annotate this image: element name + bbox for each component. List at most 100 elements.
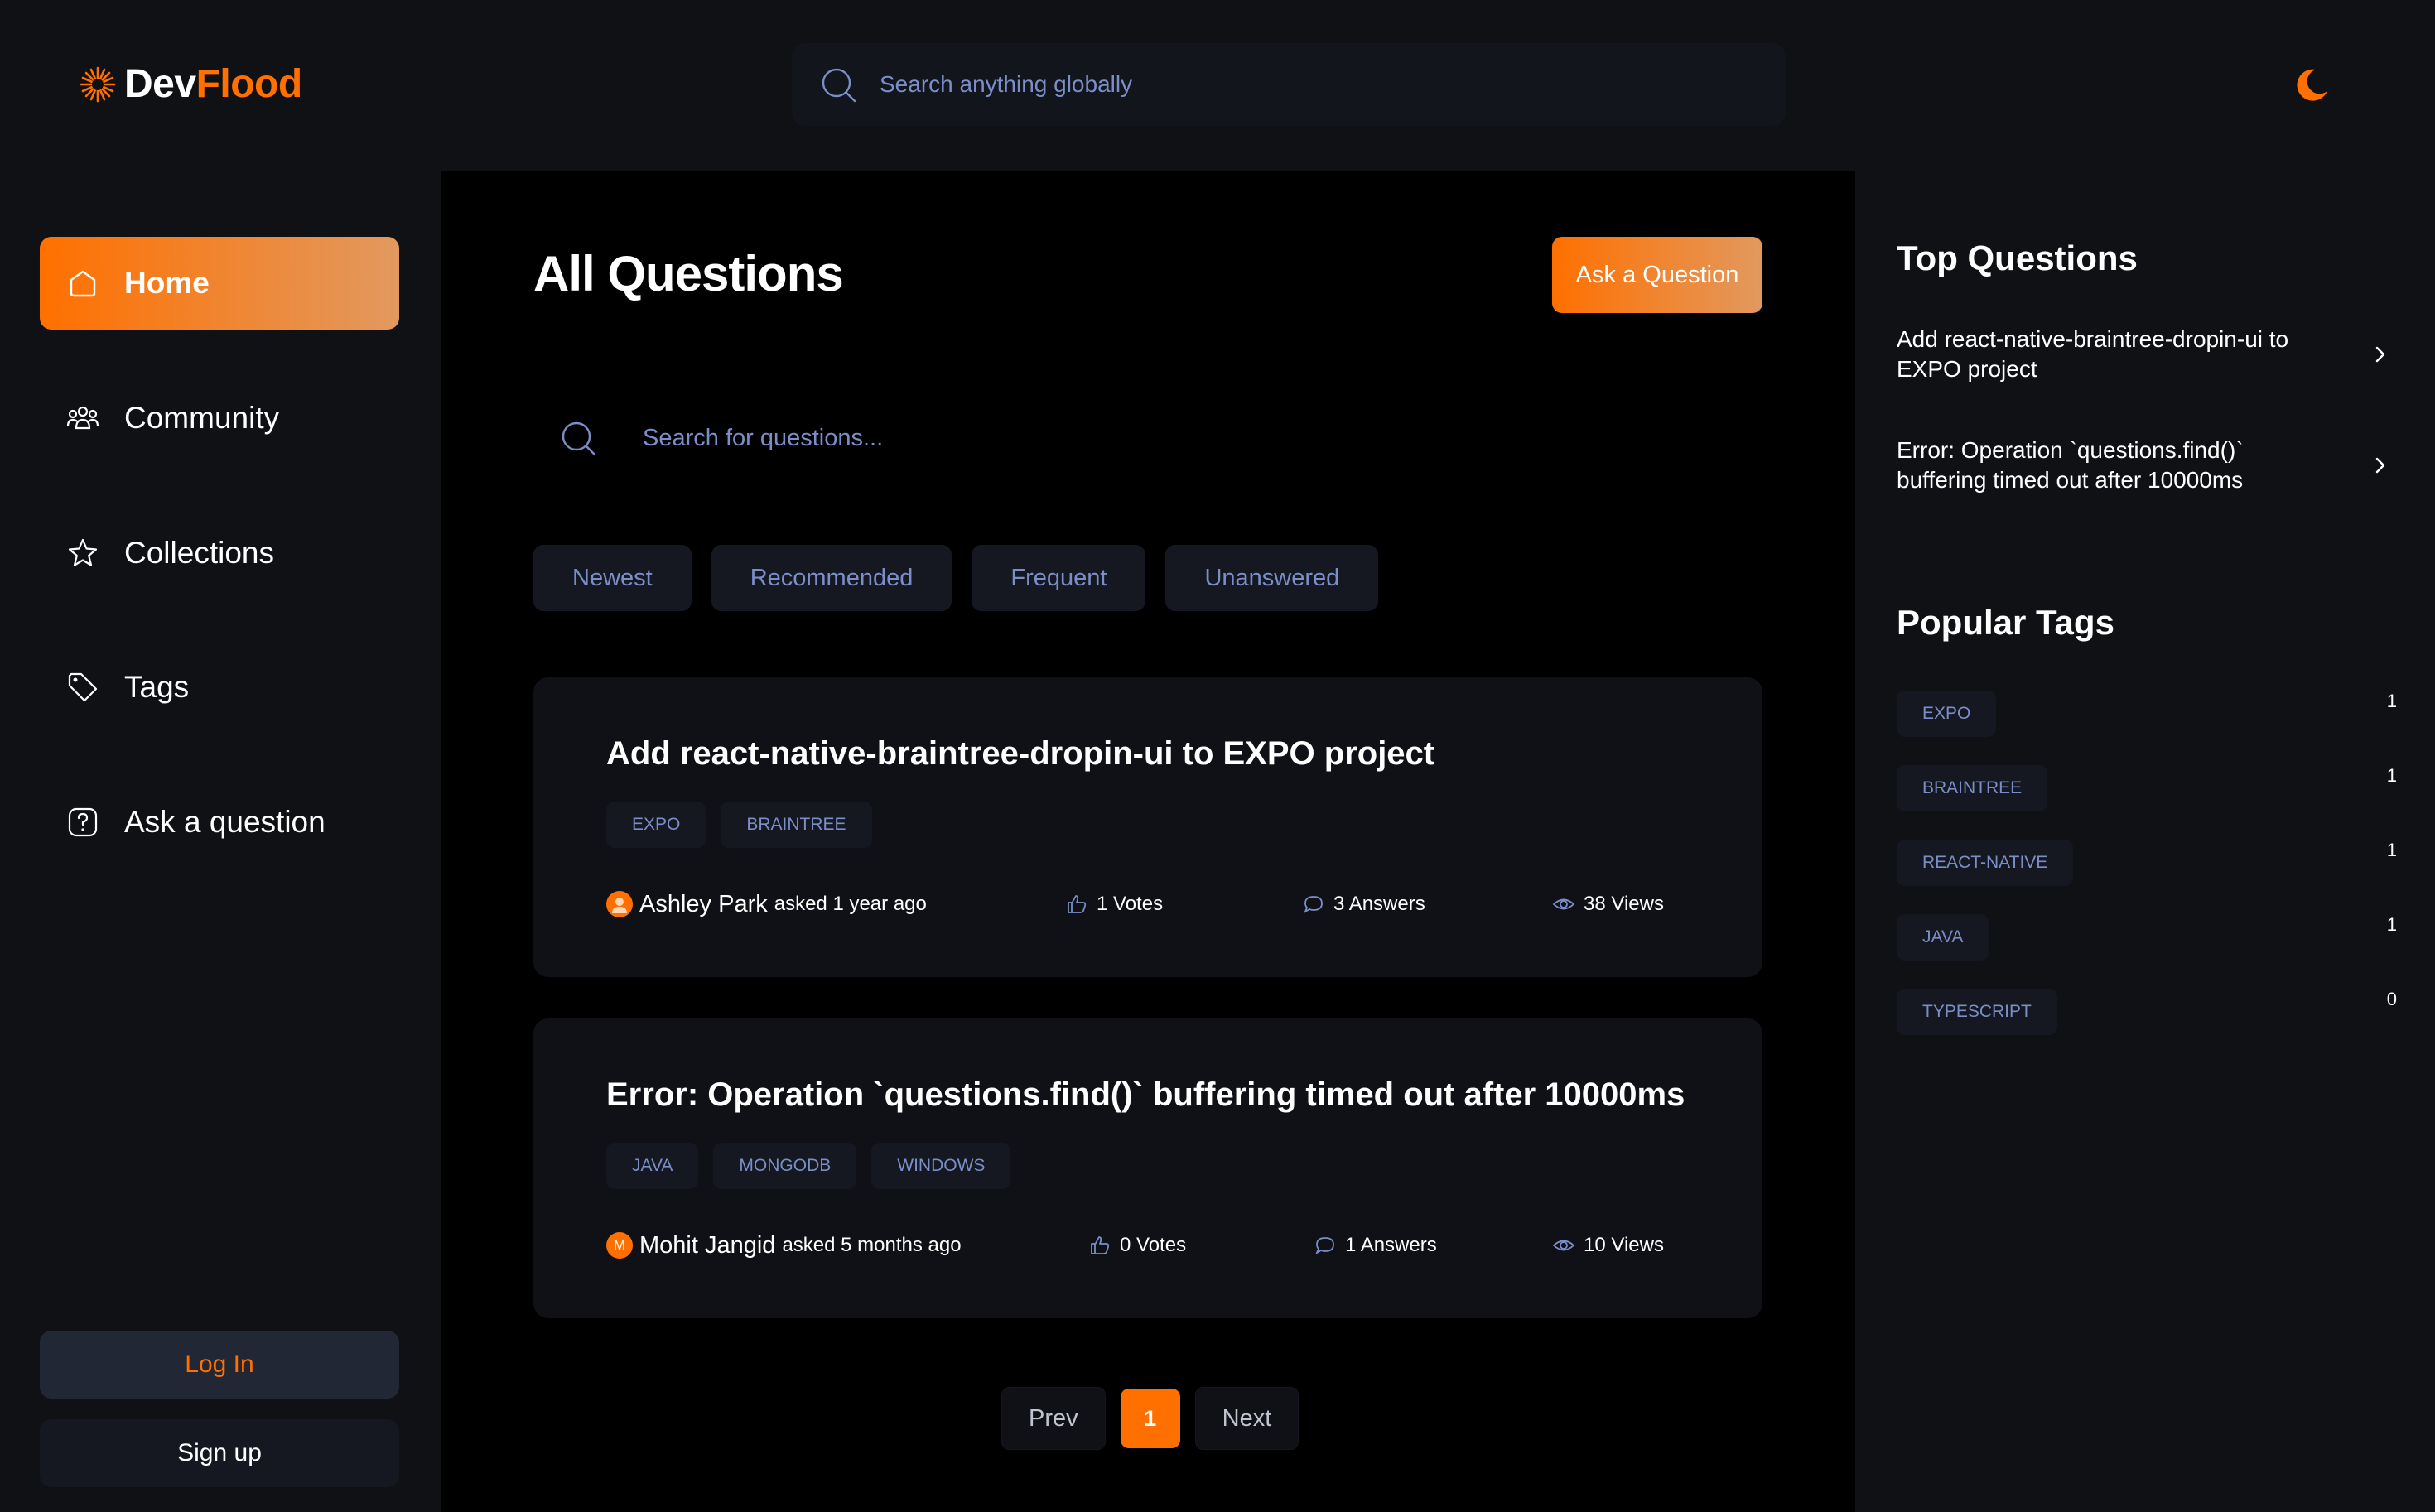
asked-time: asked 5 months ago bbox=[782, 1234, 962, 1256]
tag-icon bbox=[68, 672, 98, 702]
question-author: Ashley Park asked 1 year ago bbox=[606, 889, 927, 919]
asked-time: asked 1 year ago bbox=[774, 893, 927, 915]
ask-question-button[interactable]: Ask a Question bbox=[1552, 237, 1762, 313]
current-page-indicator[interactable]: 1 bbox=[1120, 1389, 1180, 1448]
tag-count: 1 bbox=[2386, 914, 2397, 935]
sidebar-item-label: Tags bbox=[124, 670, 190, 704]
thumbs-up-icon bbox=[1091, 1236, 1110, 1254]
sunburst-logo-icon bbox=[80, 66, 116, 102]
global-search-bar[interactable] bbox=[792, 43, 1786, 126]
answers-count: 3 Answers bbox=[1333, 893, 1425, 915]
page-title: All Questions bbox=[533, 246, 844, 301]
top-question-text: Add react-native-braintree-dropin-ui to … bbox=[1897, 326, 2289, 382]
logo[interactable]: DevFlood bbox=[78, 61, 302, 107]
sidebar-item-label: Collections bbox=[124, 536, 274, 570]
question-title[interactable]: Add react-native-braintree-dropin-ui to … bbox=[606, 735, 1434, 773]
author-name[interactable]: Mohit Jangid bbox=[639, 1232, 775, 1259]
tag-chip[interactable]: WINDOWS bbox=[871, 1143, 1011, 1189]
popular-tags-heading: Popular Tags bbox=[1897, 603, 2114, 642]
votes-metric: 0 Votes bbox=[1088, 1230, 1186, 1260]
tag-chip[interactable]: JAVA bbox=[606, 1143, 699, 1189]
tag-count: 1 bbox=[2386, 840, 2397, 860]
message-icon bbox=[1315, 1237, 1334, 1255]
app-root: DevFlood Home bbox=[0, 0, 2435, 1512]
sidebar-item-collections[interactable]: Collections bbox=[40, 507, 399, 600]
tag-chip[interactable]: JAVA bbox=[1897, 914, 1989, 961]
avatar[interactable] bbox=[606, 891, 633, 917]
views-count: 10 Views bbox=[1584, 1234, 1664, 1256]
votes-metric: 1 Votes bbox=[1065, 889, 1163, 919]
login-button[interactable]: Log In bbox=[40, 1331, 399, 1399]
user-avatar-icon bbox=[612, 898, 627, 913]
top-question-text: Error: Operation `questions.find()` buff… bbox=[1897, 437, 2244, 493]
top-question-item[interactable]: Add react-native-braintree-dropin-ui to … bbox=[1897, 325, 2394, 384]
filter-newest[interactable]: Newest bbox=[533, 545, 692, 611]
question-meta: Ashley Park asked 1 year ago 1 Votes 3 A… bbox=[606, 889, 1690, 919]
popular-tag-row: BRAINTREE 1 bbox=[1897, 765, 2397, 811]
right-sidebar: Top Questions Add react-native-braintree… bbox=[1855, 171, 2435, 1512]
views-count: 38 Views bbox=[1584, 893, 1664, 915]
question-search-input[interactable] bbox=[643, 424, 1637, 452]
moon-icon[interactable] bbox=[2291, 65, 2331, 104]
logo-text-flood: Flood bbox=[195, 62, 303, 106]
answers-metric: 1 Answers bbox=[1314, 1230, 1437, 1260]
popular-tag-row: REACT-NATIVE 1 bbox=[1897, 840, 2397, 886]
logo-text-dev: Dev bbox=[124, 62, 196, 106]
prev-page-button[interactable]: Prev bbox=[1001, 1387, 1106, 1450]
thumbs-up-icon bbox=[1068, 895, 1087, 913]
sidebar-item-ask-question[interactable]: Ask a question bbox=[40, 776, 399, 869]
filter-unanswered[interactable]: Unanswered bbox=[1165, 545, 1379, 611]
search-icon bbox=[822, 68, 856, 103]
sidebar-item-home[interactable]: Home bbox=[40, 237, 399, 330]
global-search-input[interactable] bbox=[880, 71, 1708, 98]
search-icon bbox=[562, 421, 596, 456]
eye-icon bbox=[1552, 1240, 1575, 1251]
tag-count: 1 bbox=[2386, 691, 2397, 711]
message-icon bbox=[1304, 896, 1323, 914]
eye-icon bbox=[1552, 898, 1575, 910]
tag-chip[interactable]: BRAINTREE bbox=[1897, 765, 2048, 811]
chevron-right-icon bbox=[2375, 346, 2385, 363]
popular-tag-row: JAVA 1 bbox=[1897, 914, 2397, 961]
chevron-right-icon bbox=[2375, 457, 2385, 474]
top-questions-heading: Top Questions bbox=[1897, 238, 2138, 277]
logo-text: DevFlood bbox=[124, 61, 302, 107]
sidebar-item-tags[interactable]: Tags bbox=[40, 641, 399, 734]
signup-button[interactable]: Sign up bbox=[40, 1419, 399, 1487]
question-meta: M Mohit Jangid asked 5 months ago 0 Vote… bbox=[606, 1230, 1690, 1260]
tag-chip[interactable]: MONGODB bbox=[713, 1143, 857, 1189]
tag-chip[interactable]: EXPO bbox=[1897, 691, 1997, 737]
tag-chip[interactable]: EXPO bbox=[606, 802, 706, 848]
votes-count: 0 Votes bbox=[1120, 1234, 1187, 1256]
home-icon bbox=[70, 270, 96, 297]
question-card: Error: Operation `questions.find()` buff… bbox=[533, 1018, 1762, 1318]
votes-count: 1 Votes bbox=[1097, 893, 1164, 915]
question-author: M Mohit Jangid asked 5 months ago bbox=[606, 1230, 962, 1260]
filter-frequent[interactable]: Frequent bbox=[972, 545, 1146, 611]
sidebar-item-community[interactable]: Community bbox=[40, 372, 399, 465]
popular-tag-row: TYPESCRIPT 0 bbox=[1897, 989, 2397, 1035]
question-search-bar[interactable] bbox=[533, 392, 1762, 484]
author-name[interactable]: Ashley Park bbox=[639, 891, 768, 918]
top-question-item[interactable]: Error: Operation `questions.find()` buff… bbox=[1897, 436, 2394, 495]
tag-count: 0 bbox=[2386, 989, 2397, 1009]
avatar[interactable]: M bbox=[606, 1232, 633, 1259]
question-card: Add react-native-braintree-dropin-ui to … bbox=[533, 677, 1762, 977]
users-icon bbox=[66, 406, 99, 430]
tag-chip[interactable]: TYPESCRIPT bbox=[1897, 989, 2057, 1035]
sidebar-item-label: Ask a question bbox=[124, 805, 325, 839]
tag-chip[interactable]: BRAINTREE bbox=[721, 802, 872, 848]
left-sidebar: Home Community Collections Tags Ask a qu… bbox=[0, 171, 441, 1512]
views-metric: 10 Views bbox=[1552, 1230, 1664, 1260]
question-tags: JAVA MONGODB WINDOWS bbox=[606, 1143, 1011, 1189]
tag-chip[interactable]: REACT-NATIVE bbox=[1897, 840, 2074, 886]
sidebar-item-label: Community bbox=[124, 401, 280, 435]
filter-recommended[interactable]: Recommended bbox=[711, 545, 952, 611]
main-content: All Questions Ask a Question Newest Reco… bbox=[441, 171, 1855, 1512]
question-tags: EXPO BRAINTREE bbox=[606, 802, 872, 848]
tag-count: 1 bbox=[2386, 765, 2397, 786]
next-page-button[interactable]: Next bbox=[1194, 1387, 1299, 1450]
sidebar-item-label: Home bbox=[124, 266, 210, 300]
question-title[interactable]: Error: Operation `questions.find()` buff… bbox=[606, 1076, 1685, 1114]
filter-tabs: Newest Recommended Frequent Unanswered bbox=[533, 545, 1379, 611]
